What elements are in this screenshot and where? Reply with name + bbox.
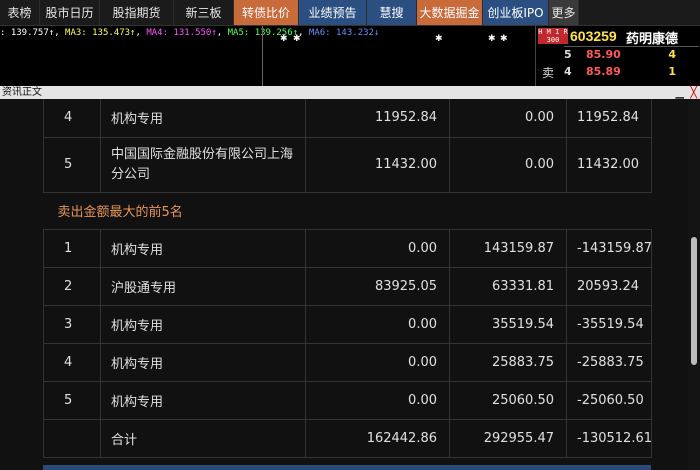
ma-value-3: MA3: 135.473↑ [65, 28, 136, 38]
menu-item-market-calendar[interactable]: 股市日历 [40, 0, 100, 25]
table-row: 5 中国国际金融股份有限公司上海分公司 11432.00 0.00 11432.… [43, 136, 652, 193]
quote-panel: H M I R 300 603259 药明康德 卖 5 85.90 4 4 85.89… [535, 26, 700, 86]
menu-item-big-data[interactable]: 大数据掘金 [417, 0, 483, 25]
table-row: 3 机构专用 0.00 35519.54 -35519.54 [43, 304, 652, 344]
hmi-tag: H M I R 300 [538, 28, 568, 44]
menu-item-earnings-forecast[interactable]: 业绩预告 [299, 0, 367, 25]
news-content: 4 机构专用 11952.84 0.00 11952.84 5 中国国际金融股份… [0, 99, 700, 470]
menu-item-huisou[interactable]: 慧搜 [367, 0, 417, 25]
table-row: 4 机构专用 11952.84 0.00 11952.84 [43, 99, 652, 138]
menu-item-chinext-ipo[interactable]: 创业板IPO [483, 0, 549, 25]
marker-icon: ✱ [280, 34, 288, 44]
stock-code: 603259 [570, 28, 617, 44]
news-window-titlebar[interactable]: 资讯正文 ▁ ╳ [0, 86, 700, 99]
top-menu-bar: 表榜 股市日历 股指期货 新三板 转债比价 业绩预告 慧搜 大数据掘金 创业板I… [0, 0, 700, 26]
table-row: 5 机构专用 0.00 25060.50 -25060.50 [43, 380, 652, 420]
marker-icon: ✱ [500, 34, 508, 44]
moving-average-strip: : 139.757↑, MA3: 135.473↑, MA4: 131.550↑… [0, 28, 380, 38]
dragon-tiger-table: 4 机构专用 11952.84 0.00 11952.84 5 中国国际金融股份… [43, 99, 652, 458]
ma-value-6: MA6: 143.232↓ [308, 28, 380, 38]
ask-row-5: 5 85.90 4 [564, 48, 676, 61]
vertical-scrollbar[interactable] [688, 99, 700, 470]
sell-section-title: 卖出金额最大的前5名 [57, 205, 183, 220]
menu-item-convertible-bond[interactable]: 转债比价 [234, 0, 299, 25]
menu-item-longhubang[interactable]: 表榜 [0, 0, 40, 25]
stock-name: 药明康德 [626, 32, 679, 47]
ma-value-4: MA4: 131.550↑ [146, 28, 217, 38]
sell-label: 卖 [542, 66, 555, 80]
sell-section-header: 卖出金额最大的前5名 [44, 192, 652, 229]
close-icon[interactable]: ╳ [690, 86, 697, 99]
table-row: 1 机构专用 0.00 143159.87 -143159.87 [43, 228, 652, 268]
total-row: 合计 162442.86 292955.47 -130512.61 [43, 418, 652, 458]
table-row: 2 沪股通专用 83925.05 63331.81 20593.24 [43, 266, 652, 306]
menu-item-more[interactable]: 更多 [549, 0, 579, 25]
marker-icon: ✱ [435, 34, 443, 44]
crosshair-line [262, 26, 263, 86]
menu-item-index-futures[interactable]: 股指期货 [100, 0, 174, 25]
menu-item-new-third-board[interactable]: 新三板 [174, 0, 234, 25]
bottom-highlight-bar [43, 465, 651, 470]
kline-chart-area[interactable]: ✱ ✱ ✱ ✱ ✱ [0, 26, 535, 86]
minimize-icon[interactable]: ▁ [676, 86, 684, 99]
ask-row-4: 4 85.89 1 [564, 65, 676, 78]
scrollbar-thumb[interactable] [691, 237, 697, 365]
ma-value-1: : 139.757↑ [0, 28, 55, 38]
marker-icon: ✱ [293, 34, 301, 44]
news-window-title: 资讯正文 [2, 87, 42, 98]
marker-icon: ✱ [488, 34, 496, 44]
table-row: 4 机构专用 0.00 25883.75 -25883.75 [43, 342, 652, 382]
